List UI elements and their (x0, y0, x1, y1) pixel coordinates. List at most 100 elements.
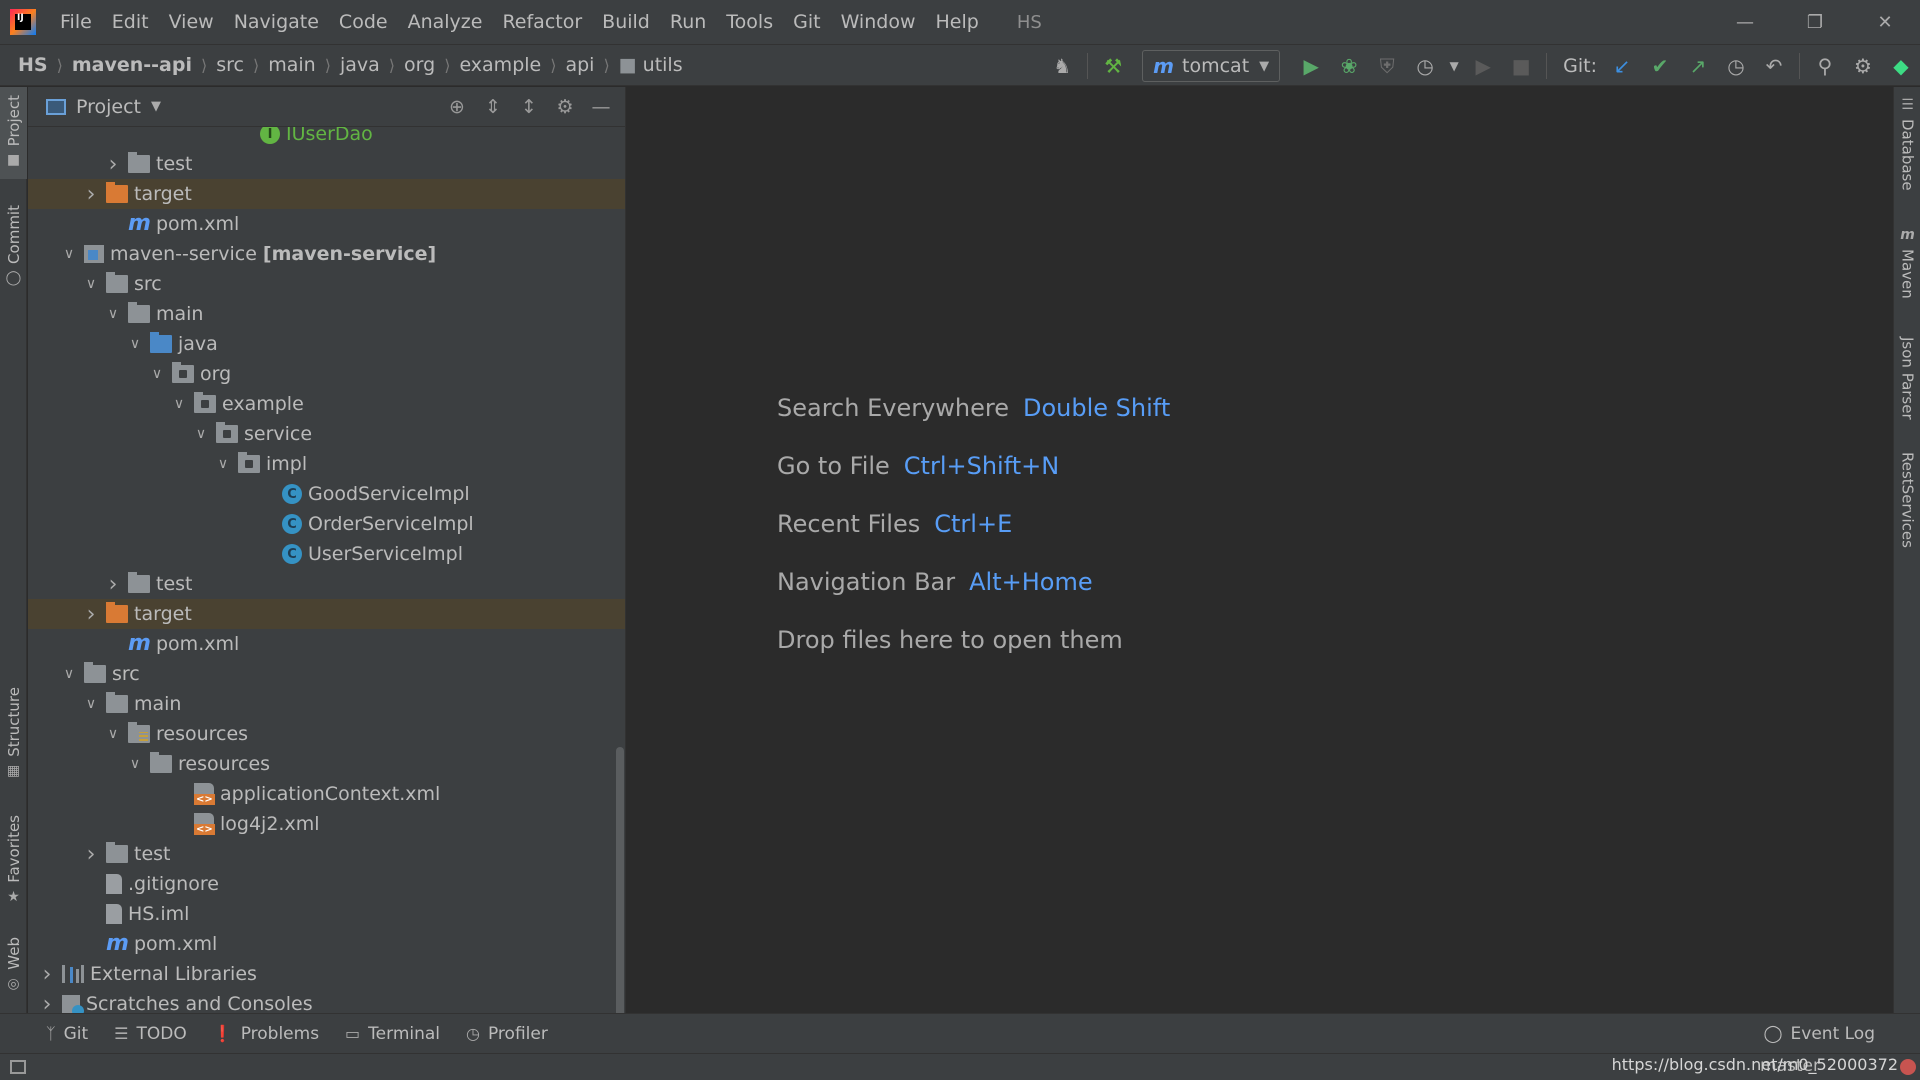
coverage-icon[interactable]: ⛨ (1370, 49, 1404, 83)
tree-node[interactable]: C OrderServiceImpl (28, 509, 625, 539)
breadcrumb-api[interactable]: api (565, 54, 594, 76)
tree-node[interactable]: ∨ maven--service [maven-service] (28, 239, 625, 269)
chevron-down-icon[interactable]: ∨ (102, 306, 124, 322)
menu-navigate[interactable]: Navigate (234, 11, 319, 33)
git-history-clock-icon[interactable]: ◷ (1719, 49, 1753, 83)
menu-git[interactable]: Git (793, 11, 820, 33)
chevron-right-icon[interactable]: › (80, 602, 102, 627)
tree-node[interactable]: › Scratches and Consoles (28, 989, 625, 1014)
bottom-tab-todo[interactable]: ☰ TODO (114, 1024, 187, 1044)
tree-node[interactable]: › test (28, 569, 625, 599)
tree-node[interactable]: log4j2.xml (28, 809, 625, 839)
tree-node[interactable]: C GoodServiceImpl (28, 479, 625, 509)
breadcrumb-module[interactable]: maven--api (72, 54, 192, 76)
chevron-down-icon[interactable]: ∨ (80, 696, 102, 712)
menu-file[interactable]: File (60, 11, 92, 33)
tree-node[interactable]: › test (28, 839, 625, 869)
chevron-down-icon[interactable]: ∨ (80, 276, 102, 292)
run-icon[interactable]: ▶ (1294, 49, 1328, 83)
menu-tools[interactable]: Tools (726, 11, 773, 33)
chevron-right-icon[interactable]: › (102, 152, 124, 177)
chevron-right-icon[interactable]: › (80, 182, 102, 207)
expand-all-icon[interactable]: ⇕ (475, 89, 511, 125)
tree-node[interactable]: ∨ java (28, 329, 625, 359)
chevron-down-icon[interactable]: ∨ (58, 666, 80, 682)
tree-node[interactable]: › target (28, 599, 625, 629)
tool-tab-favorites[interactable]: Favorites ★ (0, 815, 27, 915)
locate-file-icon[interactable]: ⊕ (439, 89, 475, 125)
tree-node[interactable]: ∨ main (28, 299, 625, 329)
tree-node[interactable]: ∨ resources (28, 749, 625, 779)
minimize-icon[interactable]: — (1710, 0, 1780, 44)
chevron-down-icon[interactable]: ∨ (168, 396, 190, 412)
resume-icon[interactable]: ▶ (1466, 49, 1500, 83)
tree-scrollbar[interactable] (616, 747, 624, 1013)
tree-node[interactable]: HS.iml (28, 899, 625, 929)
tree-node[interactable]: ∨ impl (28, 449, 625, 479)
bottom-tab-problems[interactable]: ❗ Problems (213, 1024, 319, 1044)
tool-tab-project[interactable]: Project ■ (0, 87, 27, 179)
menu-analyze[interactable]: Analyze (408, 11, 483, 33)
project-view-selector[interactable]: Project (76, 96, 141, 118)
tree-node[interactable]: m pom.xml (28, 929, 625, 959)
tool-tab-web[interactable]: Web ◎ (0, 937, 27, 1007)
chevron-right-icon[interactable]: › (102, 572, 124, 597)
tree-node[interactable]: ∨ org (28, 359, 625, 389)
gear-icon[interactable]: ⚙ (1846, 49, 1880, 83)
tree-node[interactable]: ∨ example (28, 389, 625, 419)
chevron-down-icon[interactable]: ∨ (212, 456, 234, 472)
breadcrumb-project[interactable]: HS (18, 54, 48, 76)
chevron-down-icon[interactable]: ▼ (1446, 49, 1462, 83)
build-hammer-icon[interactable]: ⚒ (1096, 49, 1130, 83)
breadcrumb-java[interactable]: java (340, 54, 380, 76)
close-icon[interactable]: ✕ (1850, 0, 1920, 44)
hide-panel-icon[interactable]: — (583, 89, 619, 125)
breadcrumb-example[interactable]: example (459, 54, 541, 76)
chevron-down-icon[interactable]: ∨ (146, 366, 168, 382)
tree-node[interactable]: ∨ resources (28, 719, 625, 749)
restore-icon[interactable]: ❐ (1780, 0, 1850, 44)
breadcrumb-src[interactable]: src (216, 54, 244, 76)
profile-icon[interactable]: ◷ (1408, 49, 1442, 83)
tree-node[interactable]: › target (28, 179, 625, 209)
tree-node[interactable]: m pom.xml (28, 209, 625, 239)
chevron-right-icon[interactable]: › (80, 842, 102, 867)
tree-node[interactable]: m pom.xml (28, 629, 625, 659)
menu-edit[interactable]: Edit (112, 11, 149, 33)
editor-empty-area[interactable]: Search Everywhere Double Shift Go to Fil… (627, 87, 1892, 1013)
tree-node[interactable]: › External Libraries (28, 959, 625, 989)
menu-code[interactable]: Code (339, 11, 388, 33)
chevron-right-icon[interactable]: › (36, 962, 58, 987)
tree-node[interactable]: applicationContext.xml (28, 779, 625, 809)
tool-tab-commit[interactable]: Commit ◯ (0, 205, 27, 295)
menu-run[interactable]: Run (670, 11, 706, 33)
tree-node[interactable]: ∨ src (28, 659, 625, 689)
chevron-down-icon[interactable]: ∨ (102, 726, 124, 742)
git-commit-check-icon[interactable]: ✔ (1643, 49, 1677, 83)
git-update-icon[interactable]: ↙ (1605, 49, 1639, 83)
menu-window[interactable]: Window (841, 11, 916, 33)
tree-node[interactable]: › test (28, 149, 625, 179)
bottom-tab-profiler[interactable]: ◷ Profiler (466, 1024, 548, 1044)
tree-node[interactable]: ∨ main (28, 689, 625, 719)
breadcrumb-utils[interactable]: utils (643, 54, 683, 76)
chevron-right-icon[interactable]: › (36, 992, 58, 1014)
gear-icon[interactable]: ⚙ (547, 89, 583, 125)
tree-node[interactable]: ∨ src (28, 269, 625, 299)
collapse-all-icon[interactable]: ↕ (511, 89, 547, 125)
debug-bug-icon[interactable]: ❀ (1332, 49, 1366, 83)
tree-node[interactable]: .gitignore (28, 869, 625, 899)
search-icon[interactable]: ⚲ (1808, 49, 1842, 83)
stop-icon[interactable]: ■ (1504, 49, 1538, 83)
menu-build[interactable]: Build (602, 11, 650, 33)
tool-tab-restservices[interactable]: RestServices (1894, 452, 1920, 562)
menu-refactor[interactable]: Refactor (502, 11, 582, 33)
menu-view[interactable]: View (169, 11, 214, 33)
tool-tab-maven[interactable]: m Maven (1894, 227, 1920, 337)
bottom-tab-terminal[interactable]: ▭ Terminal (345, 1024, 440, 1044)
error-indicator-icon[interactable] (1900, 1059, 1916, 1075)
breadcrumb-main[interactable]: main (268, 54, 315, 76)
run-configuration-select[interactable]: m tomcat ▼ (1142, 50, 1281, 82)
user-icon[interactable]: ♞ (1045, 49, 1079, 83)
breadcrumb-org[interactable]: org (404, 54, 435, 76)
